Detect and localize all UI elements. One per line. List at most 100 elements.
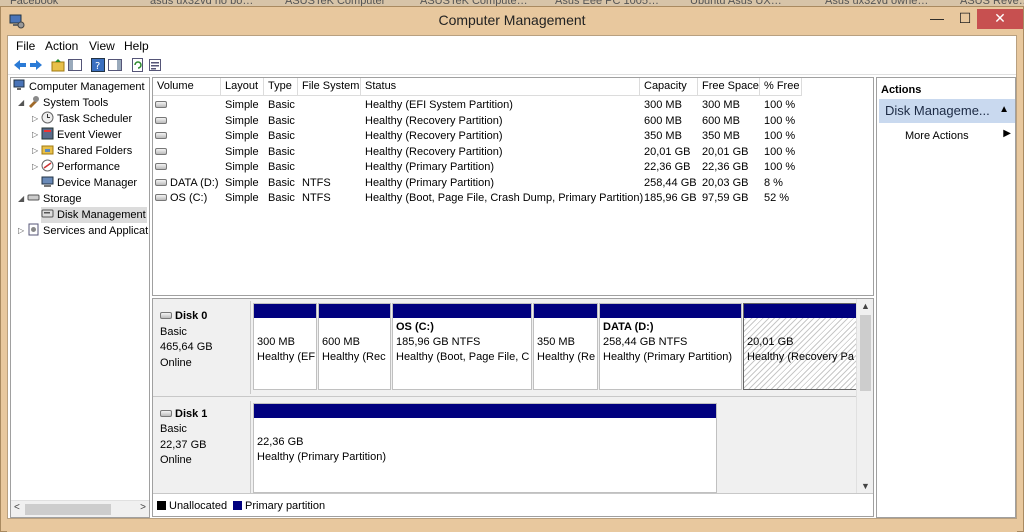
column-header-status[interactable]: Status — [361, 78, 640, 96]
free-space-cell: 20,01 GB — [702, 145, 749, 158]
table-row[interactable]: Simple Basic Healthy (Recovery Partition) 6… — [153, 113, 873, 129]
percent-free-cell: 100 % — [764, 145, 796, 158]
tree-item-label: Storage — [43, 193, 82, 205]
partition-disk0-2[interactable]: OS (C:) 185,96 GB NTFS Healthy (Boot, Page… — [392, 303, 532, 390]
type-cell: Basic — [268, 192, 295, 204]
volume-icon — [155, 194, 167, 201]
more-actions-item[interactable]: More Actions — [905, 130, 969, 142]
disk-name: Disk 1 — [175, 408, 208, 420]
layout-cell: Simple — [225, 114, 259, 127]
table-row[interactable]: DATA (D:) Simple Basic NTFS Healthy (Primary… — [153, 175, 873, 191]
show-hide-tree-icon[interactable] — [67, 57, 83, 73]
actions-section-disk-management[interactable]: Disk Manageme... ▲ — [879, 99, 1015, 123]
scroll-up-icon[interactable]: ▲ — [861, 301, 870, 311]
column-header-type[interactable]: Type — [264, 78, 298, 96]
disk-1-label[interactable]: Disk 1 Basic 22,37 GB Online — [155, 401, 251, 493]
status-cell: Healthy (Recovery Partition) — [365, 130, 503, 142]
legend: Unallocated Primary partition — [153, 493, 873, 516]
expand-icon[interactable]: ▷ — [32, 143, 40, 159]
tree-item-storage[interactable]: Storage — [27, 191, 82, 207]
partition-size: 22,36 GB — [257, 436, 304, 448]
show-hide-action-pane-icon[interactable] — [107, 57, 123, 73]
maximize-button[interactable]: ☐ — [951, 9, 979, 29]
column-header-capacity[interactable]: Capacity — [640, 78, 698, 96]
column-header-volume[interactable]: Volume — [153, 78, 221, 96]
unallocated-swatch — [157, 501, 166, 510]
partition-disk0-4[interactable]: DATA (D:) 258,44 GB NTFS Healthy (Primary … — [599, 303, 742, 390]
tree-item-performance[interactable]: Performance — [41, 159, 120, 175]
tree-item-services-and-applications[interactable]: Services and Applicat — [27, 223, 148, 239]
computer-management-window: Computer Management — ☐ ✕ File Action Vi… — [0, 6, 1024, 532]
menu-view[interactable]: View — [89, 39, 115, 53]
menu-file[interactable]: File — [16, 39, 35, 53]
disk-view-vertical-scrollbar[interactable]: ▲ ▼ — [856, 299, 873, 493]
close-button[interactable]: ✕ — [977, 9, 1023, 29]
expand-icon[interactable]: ▷ — [32, 127, 40, 143]
scroll-left-icon[interactable]: < — [14, 502, 20, 513]
refresh-icon[interactable] — [130, 57, 146, 73]
menu-help[interactable]: Help — [124, 39, 149, 53]
expand-icon[interactable]: ▷ — [32, 111, 40, 127]
partition-disk0-1[interactable]: 600 MB Healthy (Rec — [318, 303, 391, 390]
scroll-down-icon[interactable]: ▼ — [861, 481, 870, 491]
window-title: Computer Management — [438, 12, 586, 28]
table-row[interactable]: OS (C:) Simple Basic NTFS Healthy (Boot, Pag… — [153, 190, 873, 206]
title-bar[interactable]: Computer Management — ☐ ✕ — [1, 7, 1023, 35]
collapse-icon[interactable]: ◢ — [18, 95, 26, 111]
partition-disk0-3[interactable]: 350 MB Healthy (Re — [533, 303, 598, 390]
up-folder-icon[interactable] — [50, 57, 66, 73]
tree-horizontal-scrollbar[interactable]: < > — [11, 500, 149, 517]
tree-item-device-manager[interactable]: Device Manager — [41, 175, 137, 191]
tree-item-label: Disk Management — [57, 209, 146, 221]
minimize-button[interactable]: — — [923, 9, 951, 29]
partition-status: Healthy (Primary Partition) — [257, 451, 386, 463]
column-header-free-space[interactable]: Free Space — [698, 78, 760, 96]
table-row[interactable]: Simple Basic Healthy (Recovery Partition) 2… — [153, 144, 873, 160]
table-row[interactable]: Simple Basic Healthy (EFI System Partition… — [153, 97, 873, 113]
tree-item-task-scheduler[interactable]: Task Scheduler — [41, 111, 132, 127]
type-cell: Basic — [268, 161, 295, 173]
disk-0-label[interactable]: Disk 0 Basic 465,64 GB Online — [155, 301, 251, 394]
menu-action[interactable]: Action — [45, 39, 78, 53]
collapse-up-icon[interactable]: ▲ — [999, 104, 1009, 115]
tree-item-event-viewer[interactable]: Event Viewer — [41, 127, 122, 143]
disk-size: 22,37 GB — [160, 439, 207, 451]
partition-disk1-primary[interactable]: 22,36 GB Healthy (Primary Partition) — [253, 403, 717, 493]
collapse-icon[interactable]: ◢ — [18, 191, 26, 207]
tree-item-computer-management[interactable]: Computer Management — [13, 79, 145, 95]
forward-arrow-icon[interactable] — [28, 57, 44, 73]
expand-icon[interactable]: ▷ — [32, 159, 40, 175]
back-arrow-icon[interactable] — [12, 57, 28, 73]
status-bar — [7, 520, 1017, 532]
column-header-layout[interactable]: Layout — [221, 78, 264, 96]
volume-cell: DATA (D:) — [155, 175, 218, 191]
expand-icon[interactable]: ▷ — [18, 223, 26, 239]
table-row[interactable]: Simple Basic Healthy (Recovery Partition) 3… — [153, 128, 873, 144]
free-space-cell: 300 MB — [702, 99, 740, 111]
partition-disk0-0[interactable]: 300 MB Healthy (EF — [253, 303, 317, 390]
column-header-file-system[interactable]: File System — [298, 78, 361, 96]
percent-free-cell: 8 % — [764, 176, 783, 189]
disk-management-icon — [41, 209, 54, 218]
table-row[interactable]: Simple Basic Healthy (Primary Partition) 22… — [153, 159, 873, 175]
partition-disk0-5[interactable]: 20,01 GB Healthy (Recovery Pa — [743, 303, 857, 390]
legend-primary: Primary partition — [233, 500, 325, 512]
disk-type: Basic — [160, 423, 187, 435]
free-space-cell: 22,36 GB — [702, 161, 749, 173]
partition-bar — [393, 304, 531, 318]
help-icon[interactable]: ? — [90, 57, 106, 73]
partition-size: 600 MB — [322, 336, 360, 348]
scrollbar-thumb[interactable] — [860, 315, 871, 391]
column-header-percent-free[interactable]: % Free — [760, 78, 802, 96]
properties-icon[interactable] — [147, 57, 163, 73]
tree-item-shared-folders[interactable]: Shared Folders — [41, 143, 132, 159]
percent-free-cell: 100 % — [764, 99, 796, 111]
partition-size: 258,44 GB NTFS — [603, 336, 688, 348]
volume-icon — [155, 178, 167, 186]
scrollbar-thumb[interactable] — [25, 504, 111, 515]
tree-item-system-tools[interactable]: System Tools — [27, 95, 108, 111]
actions-section-label: Disk Manageme... — [885, 103, 990, 118]
percent-free-cell: 100 % — [764, 114, 796, 127]
scroll-right-icon[interactable]: > — [140, 502, 146, 513]
tree-item-disk-management[interactable]: Disk Management — [41, 207, 147, 223]
